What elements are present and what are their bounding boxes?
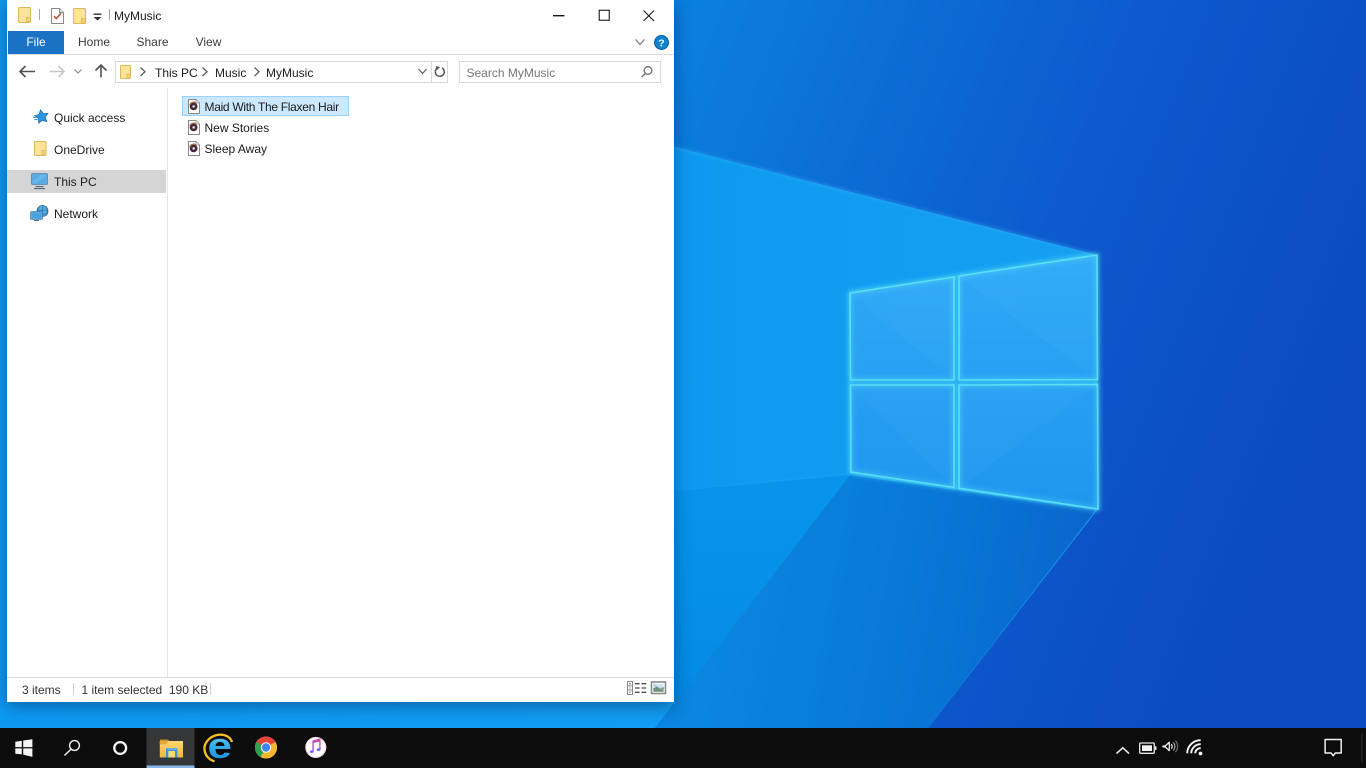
svg-text:?: ? bbox=[658, 37, 664, 49]
